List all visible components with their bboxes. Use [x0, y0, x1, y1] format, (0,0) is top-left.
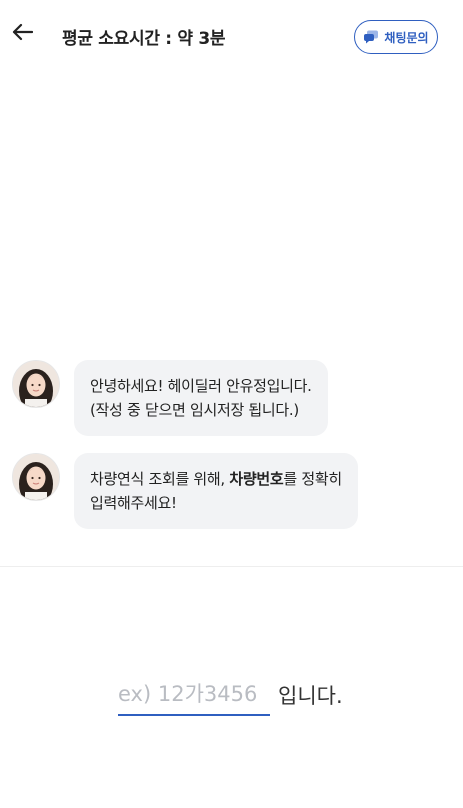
dealer-avatar [12, 360, 60, 408]
input-suffix: 입니다. [278, 684, 343, 708]
chat-message: 차량연식 조회를 위해, 차량번호를 정확히 입력해주세요! [12, 453, 358, 529]
message-bubble: 안녕하세요! 헤이딜러 안유정입니다. (작성 중 닫으면 임시저장 됩니다.) [74, 360, 328, 436]
header: 평균 소요시간 : 약 3분 채팅문의 [0, 0, 463, 72]
message-text-bold: 차량번호 [229, 470, 284, 488]
page-title: 평균 소요시간 : 약 3분 [62, 29, 226, 49]
dealer-avatar [12, 453, 60, 501]
message-text: 입력해주세요! [90, 494, 177, 512]
message-text-part: 차량연식 조회를 위해, [90, 470, 230, 488]
divider [0, 566, 463, 567]
chat-bubbles-icon [363, 30, 379, 44]
back-button[interactable] [8, 20, 36, 48]
message-text: (작성 중 닫으면 임시저장 됩니다.) [90, 401, 299, 419]
chat-inquiry-button[interactable]: 채팅문의 [354, 20, 438, 54]
chat-inquiry-label: 채팅문의 [384, 30, 429, 45]
message-text: 차량연식 조회를 위해, 차량번호를 정확히 [90, 467, 342, 491]
message-text-part: 를 정확히 [283, 470, 342, 488]
message-bubble: 차량연식 조회를 위해, 차량번호를 정확히 입력해주세요! [74, 453, 358, 529]
plate-number-input[interactable] [118, 678, 270, 716]
message-text: 안녕하세요! 헤이딜러 안유정입니다. [90, 377, 312, 395]
plate-input-row: 입니다. [118, 678, 343, 716]
chat-message: 안녕하세요! 헤이딜러 안유정입니다. (작성 중 닫으면 임시저장 됩니다.) [12, 360, 328, 436]
arrow-left-icon [11, 23, 34, 45]
